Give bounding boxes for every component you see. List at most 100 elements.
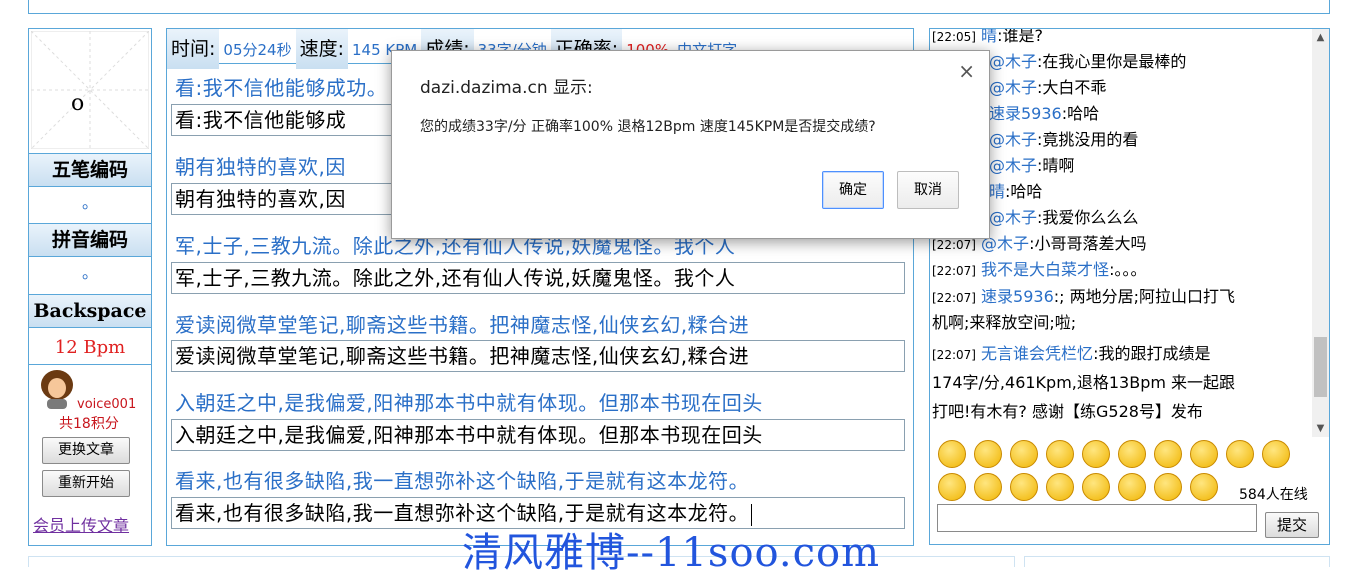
- char-grid-icon: [31, 31, 149, 149]
- chat-username[interactable]: @木子: [989, 156, 1037, 175]
- chat-text: :我爱你么么么: [1037, 208, 1139, 227]
- wubi-label: 五笔编码: [29, 153, 151, 187]
- chat-text: :我的跟打成绩是: [1093, 344, 1211, 363]
- source-line-1: 看:我不信他能够成功。: [175, 76, 388, 100]
- chat-message: 174字/分,461Kpm,退格13Bpm 来一起跟: [932, 370, 1235, 396]
- emoticon-icon[interactable]: [1010, 440, 1038, 468]
- chat-text: :大白不乖: [1037, 78, 1107, 97]
- source-line-6: 看来,也有很多缺陷,我一直想弥补这个缺陷,于是就有这本龙符。: [175, 469, 750, 493]
- change-article-button[interactable]: 更换文章: [42, 437, 130, 464]
- chat-username[interactable]: 无言谁会凭栏忆: [981, 344, 1093, 363]
- chat-username[interactable]: @木子: [989, 208, 1037, 227]
- chat-timestamp: [22:07]: [932, 264, 976, 278]
- chat-message: 机啊;来释放空间;啦;: [932, 310, 1076, 336]
- chat-text: 机啊;来释放空间;啦;: [932, 313, 1077, 332]
- current-char-box: o: [31, 31, 149, 149]
- current-char: o: [71, 91, 85, 116]
- cancel-button[interactable]: 取消: [897, 171, 959, 209]
- pinyin-value: 。: [81, 263, 98, 282]
- emoticon-icon[interactable]: [1046, 440, 1074, 468]
- ok-button[interactable]: 确定: [822, 171, 884, 209]
- watermark: 清风雅博--11soo.com: [462, 530, 881, 576]
- dialog-message: 您的成绩33字/分 正确率100% 退格12Bpm 速度145KPM是否提交成绩…: [420, 119, 876, 135]
- speed-label: 速度:: [295, 29, 348, 69]
- emoticon-icon[interactable]: [1154, 440, 1182, 468]
- chat-username[interactable]: 速录5936: [989, 104, 1062, 123]
- source-line-4: 爱读阅微草堂笔记,聊斋这些书籍。把神魔志怪,仙侠玄幻,糅合进: [175, 313, 750, 337]
- emoticon-icon[interactable]: [938, 440, 966, 468]
- upload-article-link[interactable]: 会员上传文章: [33, 512, 129, 536]
- emoticon-icon[interactable]: [1190, 440, 1218, 468]
- chat-username[interactable]: 速录5936: [981, 287, 1054, 306]
- source-line-5: 入朝廷之中,是我偏爱,阳神那本书中就有体现。但那本书现在回头: [175, 391, 763, 415]
- chat-text: :在我心里你是最棒的: [1037, 52, 1187, 71]
- emoticon-icon[interactable]: [1262, 440, 1290, 468]
- typed-line-4[interactable]: 爱读阅微草堂笔记,聊斋这些书籍。把神魔志怪,仙侠玄幻,糅合进: [171, 340, 905, 372]
- avatar: [41, 370, 73, 409]
- close-icon[interactable]: ×: [958, 59, 975, 83]
- dialog-title: dazi.dazima.cn 显示:: [420, 78, 593, 98]
- scroll-thumb[interactable]: [1314, 337, 1327, 397]
- time-value: 05分24秒: [223, 41, 292, 59]
- chat-message: [22:05] 晴:谁是?: [932, 28, 1043, 50]
- left-info-panel: o 五笔编码 。 拼音编码 。 Backspace 12 Bpm voice00…: [28, 28, 152, 546]
- chat-text: :晴啊: [1037, 156, 1075, 175]
- emoticon-icon[interactable]: [1154, 473, 1182, 501]
- username: voice001: [77, 397, 137, 412]
- chat-input[interactable]: [937, 504, 1257, 532]
- wubi-value: 。: [81, 193, 98, 212]
- chat-timestamp: [22:07]: [932, 238, 976, 252]
- emoticon-panel: 584人在线 提交: [929, 437, 1330, 545]
- user-points: 共18积分: [59, 416, 119, 432]
- emoticon-icon[interactable]: [974, 473, 1002, 501]
- chat-text: :。。。: [1109, 260, 1147, 279]
- backspace-value: 12 Bpm: [29, 332, 151, 365]
- chat-username[interactable]: @木子: [989, 78, 1037, 97]
- emoticon-icon[interactable]: [938, 473, 966, 501]
- top-banner-box: [28, 0, 1330, 14]
- chat-submit-button[interactable]: 提交: [1265, 512, 1319, 538]
- chat-message: 打吧!有木有? 感谢【练G528号】发布: [932, 399, 1203, 425]
- chat-message: [22:07] 无言谁会凭栏忆:我的跟打成绩是: [932, 341, 1210, 368]
- chat-message: [22:07] 速录5936:; 两地分居;阿拉山口打飞: [932, 284, 1235, 311]
- emoticon-icon[interactable]: [1010, 473, 1038, 501]
- chat-username[interactable]: @木子: [989, 52, 1037, 71]
- bottom-box-right: [1024, 556, 1330, 567]
- typed-line-3[interactable]: 军,士子,三教九流。除此之外,还有仙人传说,妖魔鬼怪。我个人: [171, 262, 905, 294]
- chat-username[interactable]: 晴: [981, 29, 997, 45]
- chat-text: :哈哈: [1061, 104, 1100, 123]
- chat-timestamp: [22:05]: [932, 30, 976, 44]
- chat-text: :哈哈: [1005, 182, 1043, 201]
- emoticon-icon[interactable]: [1190, 473, 1218, 501]
- online-count: 584人在线: [1239, 487, 1308, 503]
- chat-username[interactable]: @木子: [989, 130, 1037, 149]
- source-line-2: 朝有独特的喜欢,因: [175, 155, 346, 179]
- emoticon-icon[interactable]: [1118, 440, 1146, 468]
- chat-text: 打吧!有木有? 感谢【练G528号】发布: [932, 402, 1203, 421]
- restart-button[interactable]: 重新开始: [42, 470, 130, 497]
- chat-text: :谁是?: [997, 28, 1043, 45]
- chat-message: [22:07] 我不是大白菜才怪:。。。: [932, 257, 1146, 284]
- time-label: 时间:: [167, 29, 220, 69]
- emoticon-icon[interactable]: [1226, 440, 1254, 468]
- chat-text: :; 两地分居;阿拉山口打飞: [1053, 287, 1236, 306]
- pinyin-label: 拼音编码: [29, 223, 151, 257]
- chat-text: 174字/分,461Kpm,退格13Bpm 来一起跟: [932, 373, 1236, 392]
- emoticon-icon[interactable]: [1082, 473, 1110, 501]
- chat-timestamp: [22:07]: [932, 291, 976, 305]
- emoticon-icon[interactable]: [1118, 473, 1146, 501]
- emoticon-icon[interactable]: [974, 440, 1002, 468]
- emoticon-icon[interactable]: [1046, 473, 1074, 501]
- chat-username[interactable]: 我不是大白菜才怪: [981, 260, 1109, 279]
- backspace-label: Backspace: [29, 294, 151, 328]
- confirm-dialog: dazi.dazima.cn 显示: × 您的成绩33字/分 正确率100% 退…: [391, 50, 990, 239]
- chat-text: :竟挑没用的看: [1037, 130, 1139, 149]
- chat-text: :小哥哥落差大吗: [1029, 234, 1147, 253]
- typed-line-5[interactable]: 入朝廷之中,是我偏爱,阳神那本书中就有体现。但那本书现在回头: [171, 419, 905, 451]
- chat-scrollbar[interactable]: ▲ ▼: [1312, 29, 1329, 437]
- scroll-up-icon[interactable]: ▲: [1312, 29, 1329, 46]
- scroll-down-icon[interactable]: ▼: [1312, 420, 1329, 437]
- chat-username[interactable]: 晴: [989, 182, 1005, 201]
- chat-timestamp: [22:07]: [932, 348, 976, 362]
- emoticon-icon[interactable]: [1082, 440, 1110, 468]
